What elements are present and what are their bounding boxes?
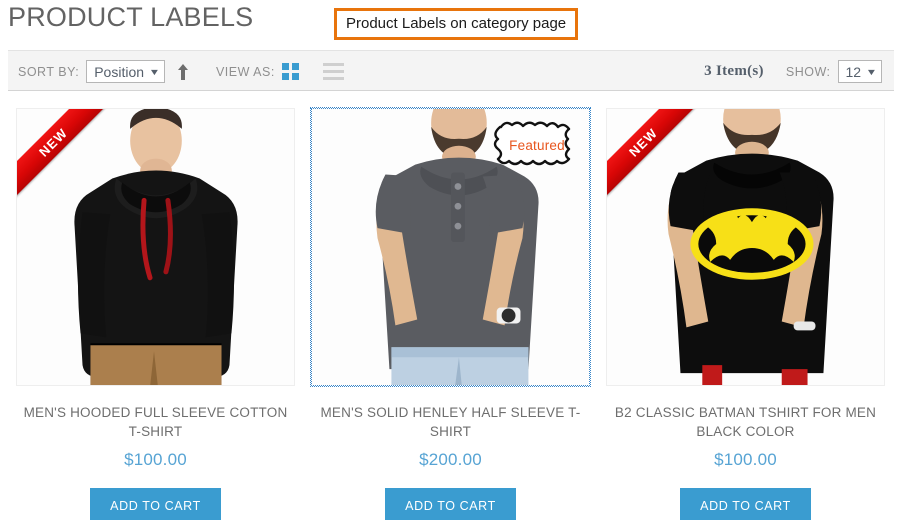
show-label: SHOW:	[785, 64, 831, 79]
product-card[interactable]: Featured MEN'S SOLID HENLEY HALF SLEEVE …	[303, 107, 598, 520]
page-header: PRODUCT LABELS Product Labels on categor…	[0, 0, 902, 48]
product-toolbar: SORT BY: Position ▼ VIEW AS: 3 Item(s) S…	[8, 50, 894, 91]
product-label-featured-plaque: Featured	[491, 121, 583, 169]
featured-label-text: Featured	[509, 137, 565, 153]
page-title: PRODUCT LABELS	[8, 2, 254, 32]
product-price: $100.00	[124, 450, 187, 469]
product-name[interactable]: B2 CLASSIC BATMAN TSHIRT FOR MEN BLACK C…	[612, 403, 880, 441]
show-per-page-select[interactable]: 12 ▼	[837, 60, 882, 83]
product-image[interactable]: NEW	[606, 108, 885, 386]
product-card[interactable]: NEW B2 CLASSIC BATMAN TSHIRT FOR MEN BLA…	[598, 108, 893, 520]
sort-by-value: Position	[94, 63, 145, 80]
product-listing-page: PRODUCT LABELS Product Labels on categor…	[0, 0, 902, 520]
chevron-down-icon: ▼	[865, 66, 878, 77]
chevron-down-icon: ▼	[148, 66, 161, 77]
product-photo-hoodie	[17, 109, 294, 385]
list-view-icon[interactable]	[322, 63, 344, 80]
add-to-cart-button[interactable]: ADD TO CART	[385, 488, 516, 520]
show-per-page-value: 12	[845, 63, 862, 80]
view-as-label: VIEW AS:	[215, 64, 275, 79]
annotation-callout: Product Labels on category page	[334, 8, 579, 40]
add-to-cart-button[interactable]: ADD TO CART	[680, 488, 811, 520]
product-image[interactable]: Featured	[310, 107, 591, 387]
sort-direction-arrow-up-icon[interactable]	[176, 63, 190, 81]
toolbar-left-group: SORT BY: Position ▼ VIEW AS:	[18, 51, 344, 92]
sort-by-select[interactable]: Position ▼	[86, 60, 165, 83]
product-grid: NEW MEN'S HOODED FULL SLEEVE COTTON T-SH…	[8, 107, 894, 520]
add-to-cart-button[interactable]: ADD TO CART	[90, 488, 221, 520]
product-price: $200.00	[419, 450, 482, 469]
item-count: 3 Item(s)	[704, 63, 764, 79]
product-price: $100.00	[714, 450, 777, 469]
product-image[interactable]: NEW	[16, 108, 295, 386]
toolbar-right-group: 3 Item(s) SHOW: 12 ▼	[704, 51, 882, 92]
product-name[interactable]: MEN'S SOLID HENLEY HALF SLEEVE T-SHIRT	[317, 403, 585, 441]
sort-by-label: SORT BY:	[18, 64, 80, 79]
product-name[interactable]: MEN'S HOODED FULL SLEEVE COTTON T-SHIRT	[22, 403, 290, 441]
product-card[interactable]: NEW MEN'S HOODED FULL SLEEVE COTTON T-SH…	[8, 108, 303, 520]
product-photo-batman-tshirt	[607, 109, 884, 385]
grid-view-icon[interactable]	[281, 63, 299, 80]
